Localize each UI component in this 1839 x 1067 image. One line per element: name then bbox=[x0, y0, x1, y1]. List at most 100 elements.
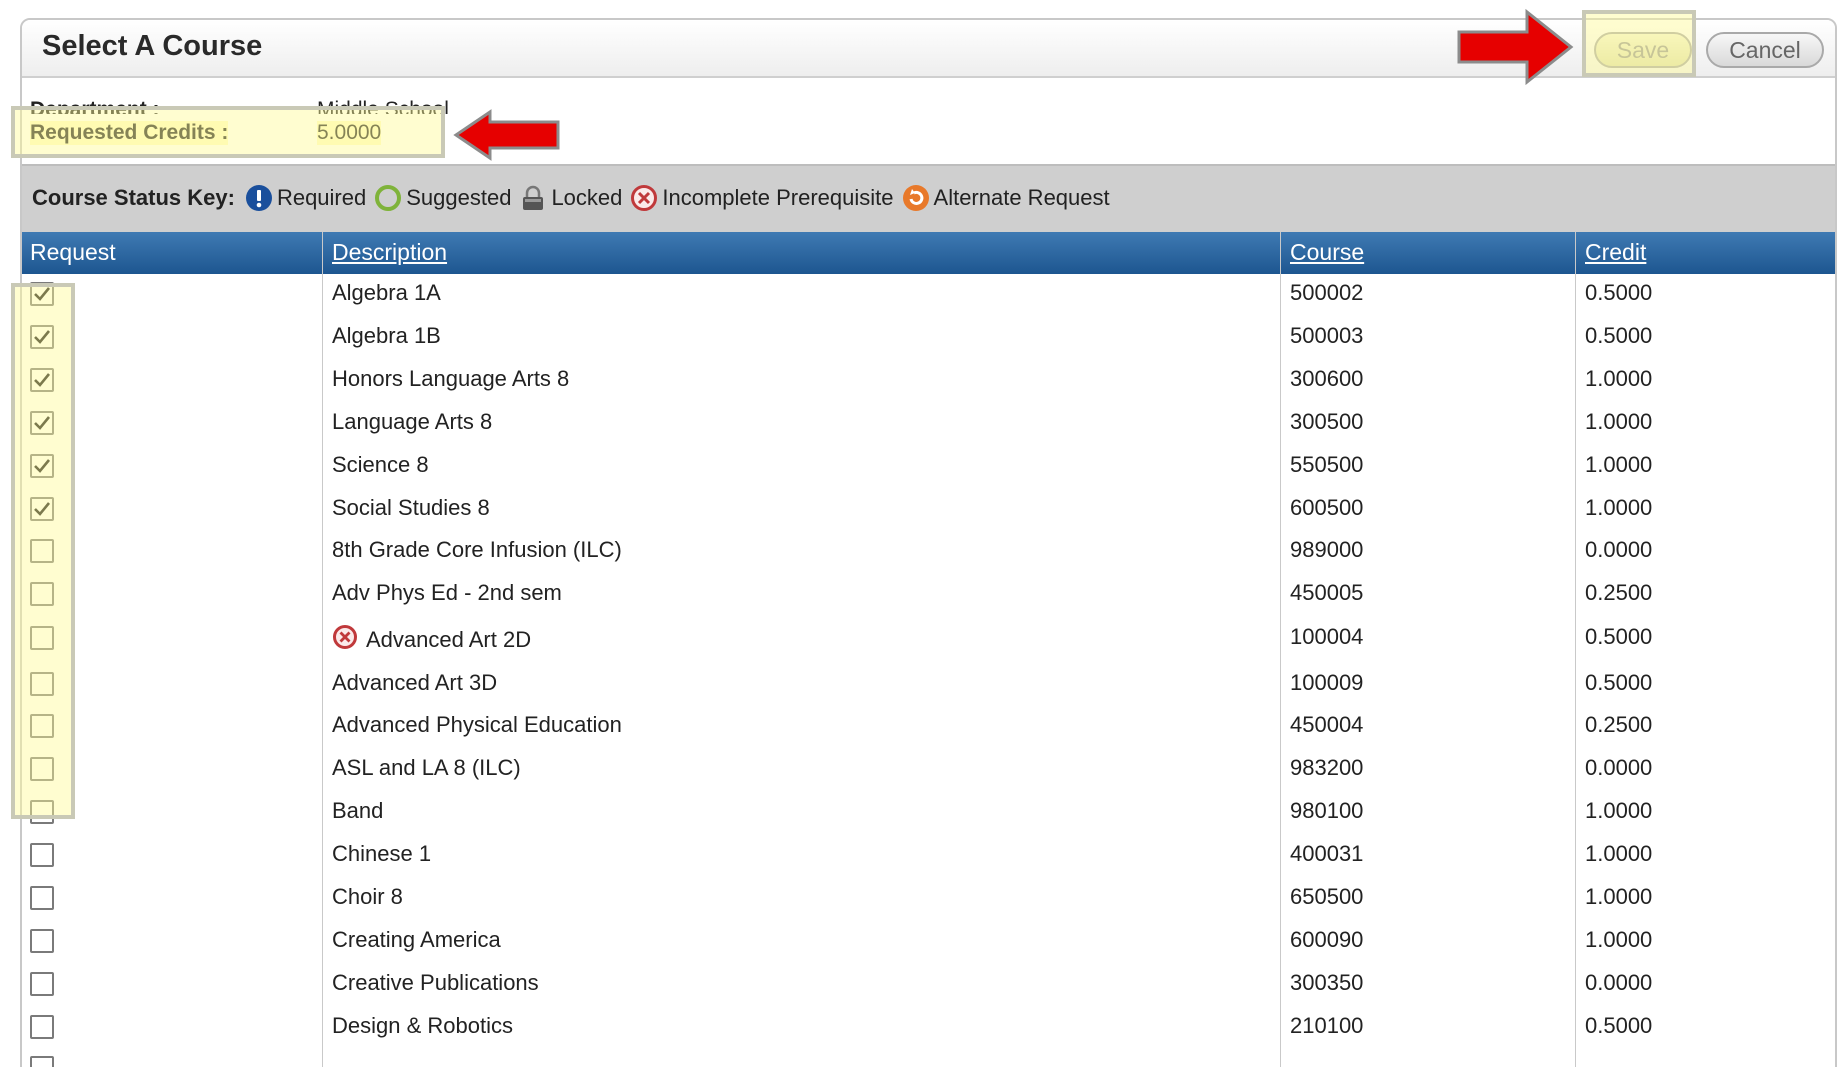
course-credit: 0.2500 bbox=[1585, 580, 1653, 605]
course-description-text: Design & Robotics bbox=[332, 1013, 513, 1038]
course-description: Honors Language Arts 8 bbox=[332, 366, 569, 392]
course-description: Algebra 1A bbox=[332, 280, 441, 306]
course-number: 300350 bbox=[1290, 970, 1364, 995]
table-row: Chinese 1 400031 1.0000 bbox=[22, 835, 1835, 878]
table-row: Design & Robotics 210100 0.5000 bbox=[22, 1007, 1835, 1050]
course-description-text: Social Studies 8 bbox=[332, 495, 490, 520]
requested-credits-highlight bbox=[11, 106, 445, 158]
course-credit: 1.0000 bbox=[1585, 409, 1653, 434]
course-description-text: Language Arts 8 bbox=[332, 409, 493, 434]
checkbox-column-highlight bbox=[11, 283, 75, 819]
course-credit: 0.0000 bbox=[1585, 970, 1653, 995]
course-description-text: Choir 8 bbox=[332, 884, 403, 909]
cancel-button[interactable]: Cancel bbox=[1706, 32, 1824, 68]
status-key-suggested: Suggested bbox=[406, 185, 512, 210]
column-request-header: Request bbox=[30, 239, 116, 265]
table-row: Algebra 1A 500002 0.5000 bbox=[22, 274, 1835, 317]
course-number: 450004 bbox=[1290, 712, 1364, 737]
course-number: 100009 bbox=[1290, 670, 1364, 695]
table-row: Advanced Physical Education 450004 0.2500 bbox=[22, 706, 1835, 749]
course-description-text: Creative Publications bbox=[332, 970, 539, 995]
course-description: Algebra 1B bbox=[332, 323, 441, 349]
select-course-dialog: Select A Course Save Cancel Department :… bbox=[20, 18, 1837, 1067]
course-description: Social Studies 8 bbox=[332, 495, 490, 521]
table-row: Science 8 550500 1.0000 bbox=[22, 446, 1835, 489]
required-icon bbox=[245, 184, 273, 212]
course-status-key: Course Status Key: Required Suggested Lo… bbox=[32, 184, 1114, 212]
table-row: Social Studies 8 600500 1.0000 bbox=[22, 489, 1835, 532]
lock-icon bbox=[519, 184, 547, 212]
course-credit: 1.0000 bbox=[1585, 841, 1653, 866]
course-credit: 1.0000 bbox=[1585, 452, 1653, 477]
course-description: Creative Publications bbox=[332, 970, 539, 996]
course-credit: 0.2500 bbox=[1585, 712, 1653, 737]
course-description: ASL and LA 8 (ILC) bbox=[332, 755, 521, 781]
incomplete-prerequisite-icon bbox=[332, 624, 358, 650]
course-description: Band bbox=[332, 798, 383, 824]
course-description: Advanced Art 3D bbox=[332, 670, 497, 696]
course-description: Choir 8 bbox=[332, 884, 403, 910]
column-course-header[interactable]: Course bbox=[1290, 239, 1364, 266]
request-checkbox[interactable] bbox=[30, 843, 54, 867]
course-credit: 0.0000 bbox=[1585, 537, 1653, 562]
dialog-title: Select A Course bbox=[42, 30, 263, 62]
table-row: Creative Publications 300350 0.0000 bbox=[22, 964, 1835, 1007]
course-description-text: ASL and LA 8 (ILC) bbox=[332, 755, 521, 780]
column-description-header[interactable]: Description bbox=[332, 239, 447, 266]
table-row: Adv Phys Ed - 2nd sem 450005 0.2500 bbox=[22, 574, 1835, 617]
status-key-incomplete-prerequisite: Incomplete Prerequisite bbox=[662, 185, 894, 210]
status-key-required: Required bbox=[276, 185, 367, 210]
table-row: Honors Language Arts 8 300600 1.0000 bbox=[22, 360, 1835, 403]
course-credit: 0.5000 bbox=[1585, 670, 1653, 695]
table-row: Choir 8 650500 1.0000 bbox=[22, 878, 1835, 921]
table-row: Creating America 600090 1.0000 bbox=[22, 921, 1835, 964]
course-credit: 1.0000 bbox=[1585, 798, 1653, 823]
course-status-key-bar: Course Status Key: Required Suggested Lo… bbox=[22, 164, 1835, 234]
course-description: Science 8 bbox=[332, 452, 429, 478]
request-checkbox[interactable] bbox=[30, 886, 54, 910]
table-row-partial bbox=[22, 1048, 1835, 1067]
course-table-header: Request Description Course Credit bbox=[22, 232, 1835, 274]
course-number: 600500 bbox=[1290, 495, 1364, 520]
incomplete-prerequisite-icon bbox=[630, 184, 658, 212]
course-description: Advanced Physical Education bbox=[332, 712, 622, 738]
course-description-text: Band bbox=[332, 798, 384, 823]
request-checkbox[interactable] bbox=[30, 1015, 54, 1039]
course-credit: 1.0000 bbox=[1585, 495, 1653, 520]
alternate-request-icon bbox=[902, 184, 930, 212]
course-description-text: Algebra 1B bbox=[332, 323, 441, 348]
request-checkbox[interactable] bbox=[30, 972, 54, 996]
table-row: Algebra 1B 500003 0.5000 bbox=[22, 317, 1835, 360]
course-credit: 0.5000 bbox=[1585, 1013, 1653, 1038]
course-description: 8th Grade Core Infusion (ILC) bbox=[332, 537, 622, 563]
course-description: Adv Phys Ed - 2nd sem bbox=[332, 580, 562, 606]
screenshot-stage: Select A Course Save Cancel Department :… bbox=[0, 0, 1839, 1067]
request-checkbox[interactable] bbox=[30, 929, 54, 953]
course-number: 989000 bbox=[1290, 537, 1364, 562]
save-button-highlight bbox=[1582, 10, 1696, 77]
course-credit: 1.0000 bbox=[1585, 927, 1653, 952]
course-credit: 1.0000 bbox=[1585, 884, 1653, 909]
course-description-text: Algebra 1A bbox=[332, 280, 441, 305]
course-description: Design & Robotics bbox=[332, 1013, 513, 1039]
course-number: 210100 bbox=[1290, 1013, 1364, 1038]
column-credit-header[interactable]: Credit bbox=[1585, 239, 1646, 266]
course-number: 500003 bbox=[1290, 323, 1364, 348]
course-description: Chinese 1 bbox=[332, 841, 431, 867]
course-description-text: Advanced Art 2D bbox=[366, 627, 532, 652]
course-credit: 0.0000 bbox=[1585, 755, 1653, 780]
course-number: 550500 bbox=[1290, 452, 1364, 477]
course-description: Language Arts 8 bbox=[332, 409, 492, 435]
course-description-text: Honors Language Arts 8 bbox=[332, 366, 570, 391]
course-number: 400031 bbox=[1290, 841, 1364, 866]
course-credit: 0.5000 bbox=[1585, 323, 1653, 348]
table-row: Advanced Art 2D 100004 0.5000 bbox=[22, 618, 1835, 661]
course-description-text: Adv Phys Ed - 2nd sem bbox=[332, 580, 562, 605]
arrow-right-icon bbox=[1457, 8, 1574, 86]
course-description-text: Advanced Art 3D bbox=[332, 670, 498, 695]
request-checkbox[interactable] bbox=[30, 1056, 54, 1067]
course-description-text: Science 8 bbox=[332, 452, 429, 477]
suggested-icon bbox=[374, 184, 402, 212]
course-credit: 0.5000 bbox=[1585, 280, 1653, 305]
arrow-left-icon bbox=[453, 109, 560, 161]
